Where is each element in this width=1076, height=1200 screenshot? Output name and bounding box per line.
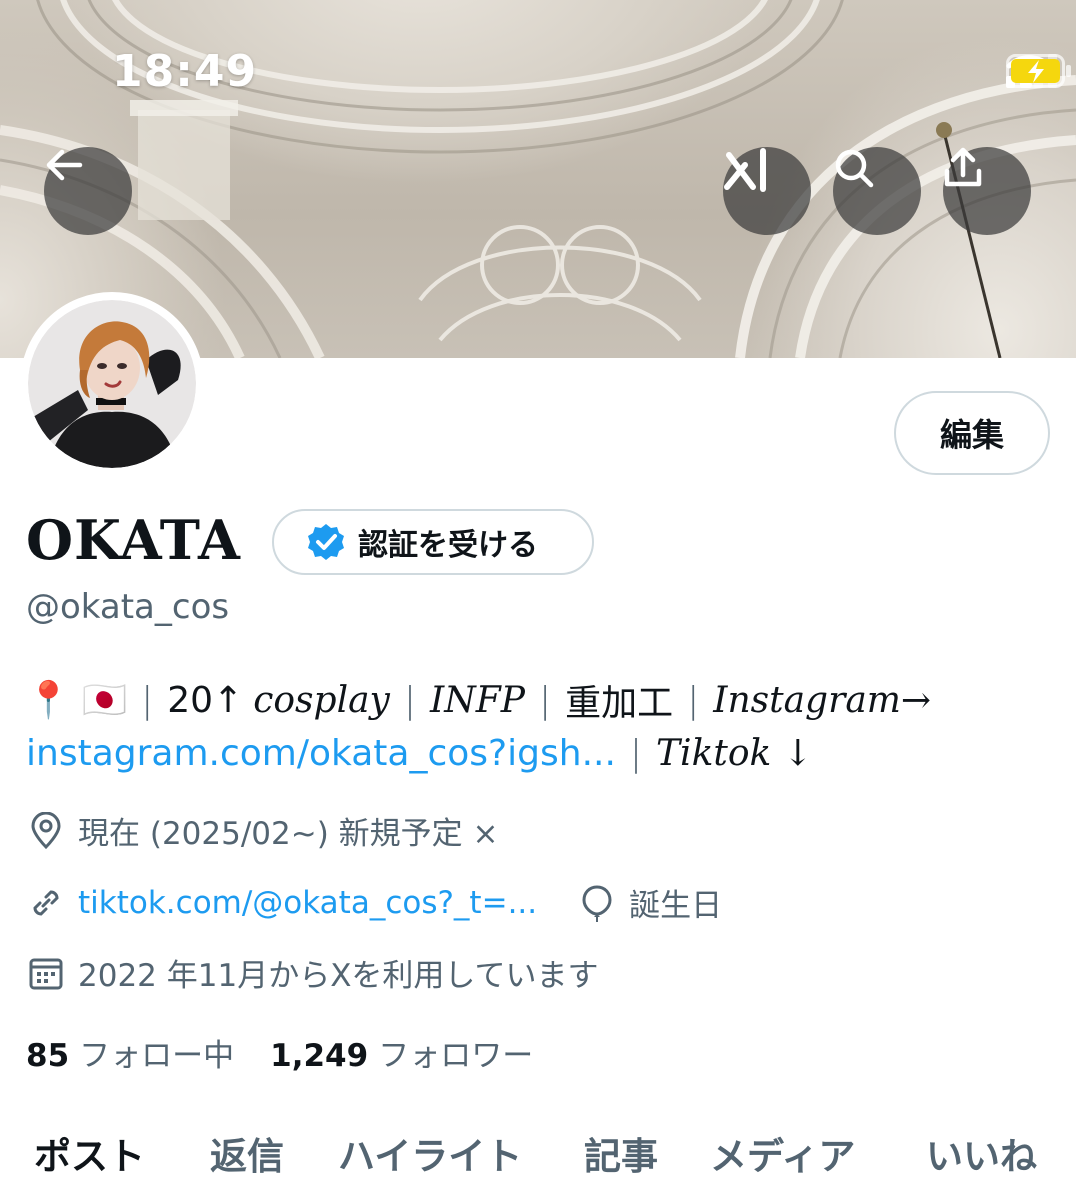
bio-separator: | <box>538 679 552 721</box>
joined-text: 2022 年11月からXを利用しています <box>78 958 599 994</box>
bio-line-2: instagram.com/okata_cos?igsh... | Tiktok… <box>26 733 813 774</box>
location-row: 現在 (2025/02~) 新規予定 × <box>26 808 498 853</box>
bio-separator: | <box>141 679 154 721</box>
tab-highlights[interactable]: ハイライト <box>338 1126 522 1180</box>
display-name: OKATA <box>26 508 241 572</box>
get-verified-label: 認証を受ける <box>358 528 538 563</box>
search-button[interactable] <box>833 147 921 235</box>
grok-icon <box>724 148 766 192</box>
location-pin-icon <box>26 811 66 851</box>
website-link[interactable]: tiktok.com/@okata_cos?_t=... <box>78 885 537 921</box>
tab-media[interactable]: メディア <box>710 1126 855 1180</box>
followers-link[interactable]: 1,249 フォロワー <box>270 1030 533 1075</box>
profile-handle: @okata_cos <box>26 587 230 627</box>
birthday-text: 誕生日 <box>629 888 723 924</box>
bio-instagram: Instagram→ <box>713 679 932 721</box>
bio-tiktok: Tiktok ↓ <box>656 733 813 774</box>
grok-button[interactable] <box>723 147 811 235</box>
profile-banner[interactable]: 18:49 <box>0 0 1076 358</box>
profile-avatar[interactable] <box>20 292 204 476</box>
back-button[interactable] <box>44 147 132 235</box>
instagram-link[interactable]: instagram.com/okata_cos?igsh... <box>26 733 616 774</box>
arrow-left-icon <box>46 149 83 181</box>
calendar-icon <box>26 953 66 993</box>
status-time: 18:49 <box>112 46 258 97</box>
followers-count: 1,249 <box>270 1038 369 1074</box>
bio-emoji: 📍 🇯🇵 <box>26 680 128 721</box>
tab-likes[interactable]: いいね <box>926 1126 1037 1180</box>
get-verified-button[interactable]: 認証を受ける <box>272 509 594 575</box>
bio-line-1: 📍 🇯🇵 | 20↑ cosplay | INFP | 重加工 | Instag… <box>26 674 931 726</box>
bio-separator: | <box>629 733 643 774</box>
battery-charging-icon <box>1006 54 1071 88</box>
share-button[interactable] <box>943 147 1031 235</box>
bio-separator: | <box>403 679 417 721</box>
bio-type: INFP <box>430 679 525 721</box>
follow-counts: 85 フォロー中 1,249 フォロワー <box>26 1030 533 1075</box>
profile-tabs: ポスト 返信 ハイライト 記事 メディア いいね <box>0 1126 1076 1200</box>
followers-label: フォロワー <box>378 1038 534 1074</box>
website-birthday-row: tiktok.com/@okata_cos?_t=... 誕生日 <box>26 880 722 925</box>
tab-replies[interactable]: 返信 <box>210 1126 284 1180</box>
joined-row: 2022 年11月からXを利用しています <box>26 950 599 995</box>
tab-posts[interactable]: ポスト <box>34 1126 145 1180</box>
tab-articles[interactable]: 記事 <box>584 1126 658 1180</box>
avatar-image <box>28 300 196 468</box>
balloon-icon <box>577 883 617 923</box>
bio-separator: | <box>687 679 700 721</box>
verified-badge-icon <box>308 524 344 560</box>
following-count: 85 <box>26 1038 70 1074</box>
link-icon <box>26 883 66 923</box>
share-icon <box>944 147 982 187</box>
edit-profile-button[interactable]: 編集 <box>894 391 1050 475</box>
bio-age: 20↑ <box>167 679 244 721</box>
following-link[interactable]: 85 フォロー中 <box>26 1030 234 1075</box>
location-text: 現在 (2025/02~) 新規予定 × <box>78 816 499 852</box>
bio-tag: 重加工 <box>565 683 674 724</box>
search-icon <box>835 149 874 188</box>
following-label: フォロー中 <box>79 1038 235 1074</box>
bio-cosplay: cosplay <box>253 679 390 721</box>
